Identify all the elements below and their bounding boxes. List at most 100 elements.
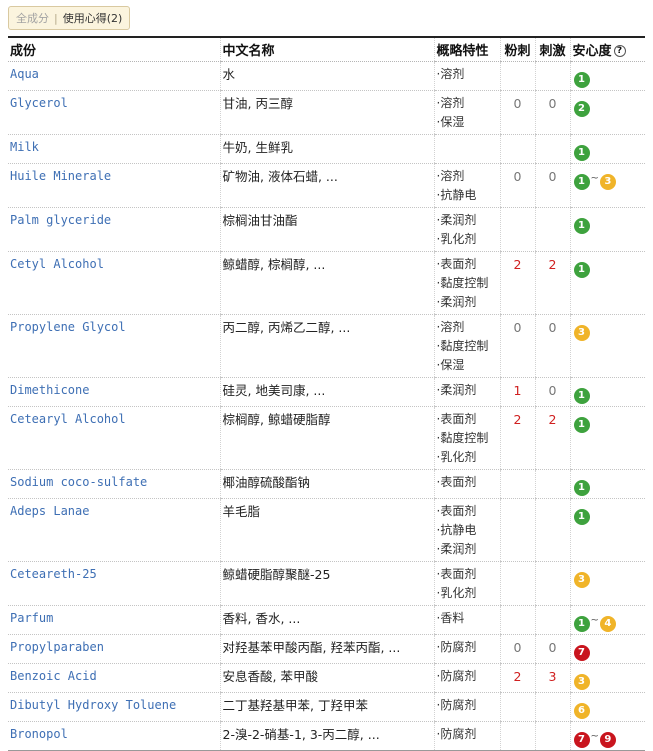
table-row: Cetearyl Alcohol 棕榈醇, 鲸蜡硬脂醇 ·表面剂 ·黏度控制 ·乳化剂 2… xyxy=(8,406,645,470)
tab-all-ingredients[interactable]: 全成分 xyxy=(16,10,49,26)
features-cell: ·防腐剂 xyxy=(433,634,500,664)
chinese-name: 二丁基羟基甲苯, 丁羟甲苯 xyxy=(219,692,434,722)
safety-badge[interactable]: 3 xyxy=(599,174,616,190)
irritation-score xyxy=(534,61,570,91)
acne-score: 1 xyxy=(499,377,535,407)
ingredient-link[interactable]: Cetearyl Alcohol xyxy=(8,406,220,470)
header-irritation: 刺激 xyxy=(534,37,570,62)
safety-badge[interactable]: 1 xyxy=(573,72,590,88)
ingredient-table: 成份 中文名称 概略特性 粉刺 刺激 安心度? Aqua 水 ·溶剂 1 Glycero… xyxy=(8,36,645,751)
range-tilde: ~ xyxy=(590,173,599,184)
safety-badge[interactable]: 1 xyxy=(573,262,590,278)
safety-cell: 1 ~4 xyxy=(569,605,645,635)
safety-badge[interactable]: 1 xyxy=(573,145,590,161)
ingredient-link[interactable]: Adeps Lanae xyxy=(8,498,220,562)
feature-tag[interactable]: ·黏度控制 xyxy=(437,337,498,356)
acne-score xyxy=(499,692,535,722)
feature-tag[interactable]: ·乳化剂 xyxy=(437,448,498,467)
tab-user-notes[interactable]: 使用心得(2) xyxy=(63,10,123,26)
table-row: Sodium coco-sulfate 椰油醇硫酸酯钠 ·表面剂 1 xyxy=(8,469,645,499)
safety-badge[interactable]: 1 xyxy=(573,388,590,404)
feature-tag[interactable]: ·溶剂 xyxy=(437,94,498,113)
ingredient-link[interactable]: Propylene Glycol xyxy=(8,314,220,378)
safety-badge[interactable]: 1 xyxy=(573,218,590,234)
irritation-score xyxy=(534,692,570,722)
features-cell: ·溶剂 ·黏度控制 ·保湿 xyxy=(433,314,500,378)
feature-tag[interactable]: ·香料 xyxy=(437,609,498,628)
feature-tag[interactable]: ·表面剂 xyxy=(437,410,498,429)
ingredient-link[interactable]: Ceteareth-25 xyxy=(8,561,220,606)
feature-tag[interactable]: ·保湿 xyxy=(437,356,498,375)
safety-badge[interactable]: 7 xyxy=(573,645,590,661)
feature-tag[interactable]: ·溶剂 xyxy=(437,167,498,186)
table-row: Bronopol 2-溴-2-硝基-1, 3-丙二醇, ... ·防腐剂 7 ~9 xyxy=(8,721,645,751)
safety-badge[interactable]: 1 xyxy=(573,509,590,525)
feature-tag[interactable]: ·防腐剂 xyxy=(437,696,498,715)
safety-badge[interactable]: 1 xyxy=(573,616,590,632)
ingredient-link[interactable]: Milk xyxy=(8,134,220,164)
feature-tag[interactable]: ·表面剂 xyxy=(437,255,498,274)
feature-tag[interactable]: ·抗静电 xyxy=(437,186,498,205)
irritation-score xyxy=(534,605,570,635)
feature-tag[interactable]: ·溶剂 xyxy=(437,65,498,84)
feature-tag[interactable]: ·表面剂 xyxy=(437,565,498,584)
acne-score: 2 xyxy=(499,406,535,470)
safety-cell: 3 xyxy=(569,663,645,693)
feature-tag[interactable]: ·防腐剂 xyxy=(437,725,498,744)
feature-tag[interactable]: ·柔润剂 xyxy=(437,540,498,559)
chinese-name: 羊毛脂 xyxy=(219,498,434,562)
irritation-score xyxy=(534,561,570,606)
feature-tag[interactable]: ·黏度控制 xyxy=(437,429,498,448)
header-features: 概略特性 xyxy=(433,37,500,62)
acne-score: 2 xyxy=(499,251,535,315)
ingredient-link[interactable]: Bronopol xyxy=(8,721,220,751)
safety-badge[interactable]: 1 xyxy=(573,480,590,496)
help-icon[interactable]: ? xyxy=(613,45,626,57)
irritation-score: 0 xyxy=(534,314,570,378)
table-row: Milk 牛奶, 生鲜乳 1 xyxy=(8,134,645,164)
feature-tag[interactable]: ·乳化剂 xyxy=(437,584,498,603)
ingredient-link[interactable]: Aqua xyxy=(8,61,220,91)
safety-badge[interactable]: 1 xyxy=(573,174,590,190)
feature-tag[interactable]: ·表面剂 xyxy=(437,502,498,521)
ingredient-link[interactable]: Benzoic Acid xyxy=(8,663,220,693)
feature-tag[interactable]: ·防腐剂 xyxy=(437,667,498,686)
table-row: Palm glyceride 棕榈油甘油酯 ·柔润剂 ·乳化剂 1 xyxy=(8,207,645,252)
ingredient-link[interactable]: Dimethicone xyxy=(8,377,220,407)
feature-tag[interactable]: ·乳化剂 xyxy=(437,230,498,249)
ingredient-link[interactable]: Dibutyl Hydroxy Toluene xyxy=(8,692,220,722)
table-row: Propylparaben 对羟基苯甲酸丙酯, 羟苯丙酯, ... ·防腐剂 0 0 7 xyxy=(8,634,645,664)
ingredient-link[interactable]: Huile Minerale xyxy=(8,163,220,208)
feature-tag[interactable]: ·防腐剂 xyxy=(437,638,498,657)
safety-badge[interactable]: 3 xyxy=(573,674,590,690)
feature-tag[interactable]: ·柔润剂 xyxy=(437,381,498,400)
ingredient-link[interactable]: Cetyl Alcohol xyxy=(8,251,220,315)
safety-badge[interactable]: 4 xyxy=(599,616,616,632)
chinese-name: 矿物油, 液体石蜡, ... xyxy=(219,163,434,208)
chinese-name: 棕榈醇, 鲸蜡硬脂醇 xyxy=(219,406,434,470)
ingredient-link[interactable]: Sodium coco-sulfate xyxy=(8,469,220,499)
safety-badge[interactable]: 1 xyxy=(573,417,590,433)
safety-badge[interactable]: 9 xyxy=(599,732,616,748)
ingredient-link[interactable]: Palm glyceride xyxy=(8,207,220,252)
feature-tag[interactable]: ·溶剂 xyxy=(437,318,498,337)
safety-badge[interactable]: 2 xyxy=(573,101,590,117)
acne-score: 0 xyxy=(499,634,535,664)
ingredient-link[interactable]: Parfum xyxy=(8,605,220,635)
safety-badge[interactable]: 3 xyxy=(573,325,590,341)
feature-tag[interactable]: ·表面剂 xyxy=(437,473,498,492)
feature-tag[interactable]: ·柔润剂 xyxy=(437,211,498,230)
ingredient-link[interactable]: Propylparaben xyxy=(8,634,220,664)
acne-score: 0 xyxy=(499,163,535,208)
safety-badge[interactable]: 3 xyxy=(573,572,590,588)
header-safety-label: 安心度 xyxy=(572,44,612,59)
header-safety: 安心度? xyxy=(569,37,645,62)
ingredient-link[interactable]: Glycerol xyxy=(8,90,220,135)
feature-tag[interactable]: ·黏度控制 xyxy=(437,274,498,293)
feature-tag[interactable]: ·保湿 xyxy=(437,113,498,132)
safety-badge[interactable]: 7 xyxy=(573,732,590,748)
safety-badge[interactable]: 6 xyxy=(573,703,590,719)
feature-tag[interactable]: ·抗静电 xyxy=(437,521,498,540)
chinese-name: 2-溴-2-硝基-1, 3-丙二醇, ... xyxy=(219,721,434,751)
feature-tag[interactable]: ·柔润剂 xyxy=(437,293,498,312)
